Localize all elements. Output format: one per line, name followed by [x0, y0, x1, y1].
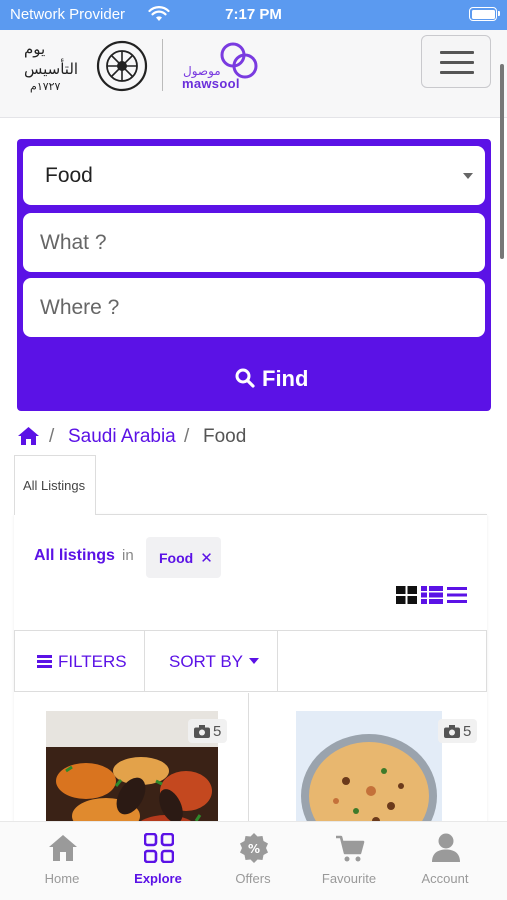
breadcrumb-current: Food	[203, 426, 247, 447]
filters-label: FILTERS	[58, 652, 127, 671]
what-input[interactable]	[23, 213, 485, 272]
filter-summary: All listings in	[34, 547, 134, 565]
where-input[interactable]	[23, 278, 485, 337]
photo-count-badge: 5	[438, 719, 478, 743]
menu-button[interactable]	[421, 35, 491, 88]
tab-all-listings[interactable]: All Listings	[14, 455, 96, 515]
user-icon	[432, 833, 460, 862]
status-bar: Network Provider 7:17 PM	[0, 0, 507, 30]
svg-text:%: %	[248, 842, 260, 856]
list-thumbnail-view-icon[interactable]	[421, 586, 443, 604]
filter-chip-label: Food	[159, 550, 194, 566]
bottom-tab-bar: Home Explore % Offers Favourite Account	[0, 821, 507, 900]
filter-list-icon	[37, 655, 52, 668]
photo-count: 5	[213, 723, 222, 740]
what-field-wrapper	[23, 213, 485, 272]
search-icon	[235, 368, 255, 388]
grid-view-icon[interactable]	[396, 586, 417, 604]
camera-icon	[194, 725, 210, 738]
battery-icon	[469, 7, 500, 21]
all-listings-link[interactable]: All listings	[34, 547, 115, 564]
tab-favourite-label: Favourite	[321, 871, 377, 886]
sort-by-button[interactable]: SORT BY	[145, 631, 278, 691]
tab-offers[interactable]: % Offers	[205, 822, 301, 900]
logo-divider	[162, 39, 163, 91]
breadcrumb-country[interactable]: Saudi Arabia	[68, 426, 176, 448]
listing-toolbar: FILTERS SORT BY	[14, 630, 487, 692]
tab-home-label: Home	[44, 871, 80, 886]
breadcrumb-separator: /	[184, 426, 190, 447]
svg-text:التأسيس: التأسيس	[24, 58, 78, 78]
scrollbar[interactable]	[500, 64, 504, 259]
find-button[interactable]: Find	[17, 345, 491, 405]
chevron-down-icon	[463, 173, 473, 179]
svg-text:١٧٢٧م: ١٧٢٧م	[30, 80, 61, 93]
app-header: يوم التأسيس ١٧٢٧م موصول mawsool	[0, 30, 507, 118]
home-icon	[49, 835, 77, 861]
filters-button[interactable]: FILTERS	[15, 631, 145, 691]
sort-by-label: SORT BY	[169, 652, 244, 671]
caret-down-icon	[249, 658, 260, 664]
tab-explore-label: Explore	[134, 871, 182, 886]
tab-explore[interactable]: Explore	[110, 822, 206, 900]
where-field-wrapper	[23, 278, 485, 337]
svg-text:يوم: يوم	[24, 40, 45, 58]
close-icon[interactable]: ✕	[200, 550, 213, 567]
grid-icon	[144, 833, 174, 863]
tab-divider	[96, 514, 487, 515]
breadcrumb-separator: /	[49, 426, 55, 447]
photo-count: 5	[463, 723, 472, 740]
list-view-icon[interactable]	[447, 586, 467, 604]
tab-offers-label: Offers	[235, 871, 271, 886]
brand-name: mawsool	[182, 76, 240, 91]
founding-day-logo: يوم التأسيس ١٧٢٧م	[24, 40, 148, 93]
home-icon[interactable]	[17, 426, 40, 446]
tab-account[interactable]: Account	[397, 822, 493, 900]
summary-in-label: in	[122, 547, 134, 564]
tab-favourite[interactable]: Favourite	[301, 822, 397, 900]
percent-badge-icon: %	[240, 833, 268, 863]
tab-account-label: Account	[421, 871, 469, 886]
category-select[interactable]: Food	[23, 146, 485, 205]
category-value: Food	[45, 164, 93, 187]
photo-count-badge: 5	[188, 719, 228, 743]
camera-icon	[444, 725, 460, 738]
filter-chip-food[interactable]: Food ✕	[146, 537, 221, 578]
search-panel: Food Find	[17, 139, 491, 411]
cart-icon	[336, 835, 365, 862]
clock: 7:17 PM	[225, 6, 282, 23]
find-label: Find	[262, 366, 309, 391]
tab-home[interactable]: Home	[14, 822, 110, 900]
